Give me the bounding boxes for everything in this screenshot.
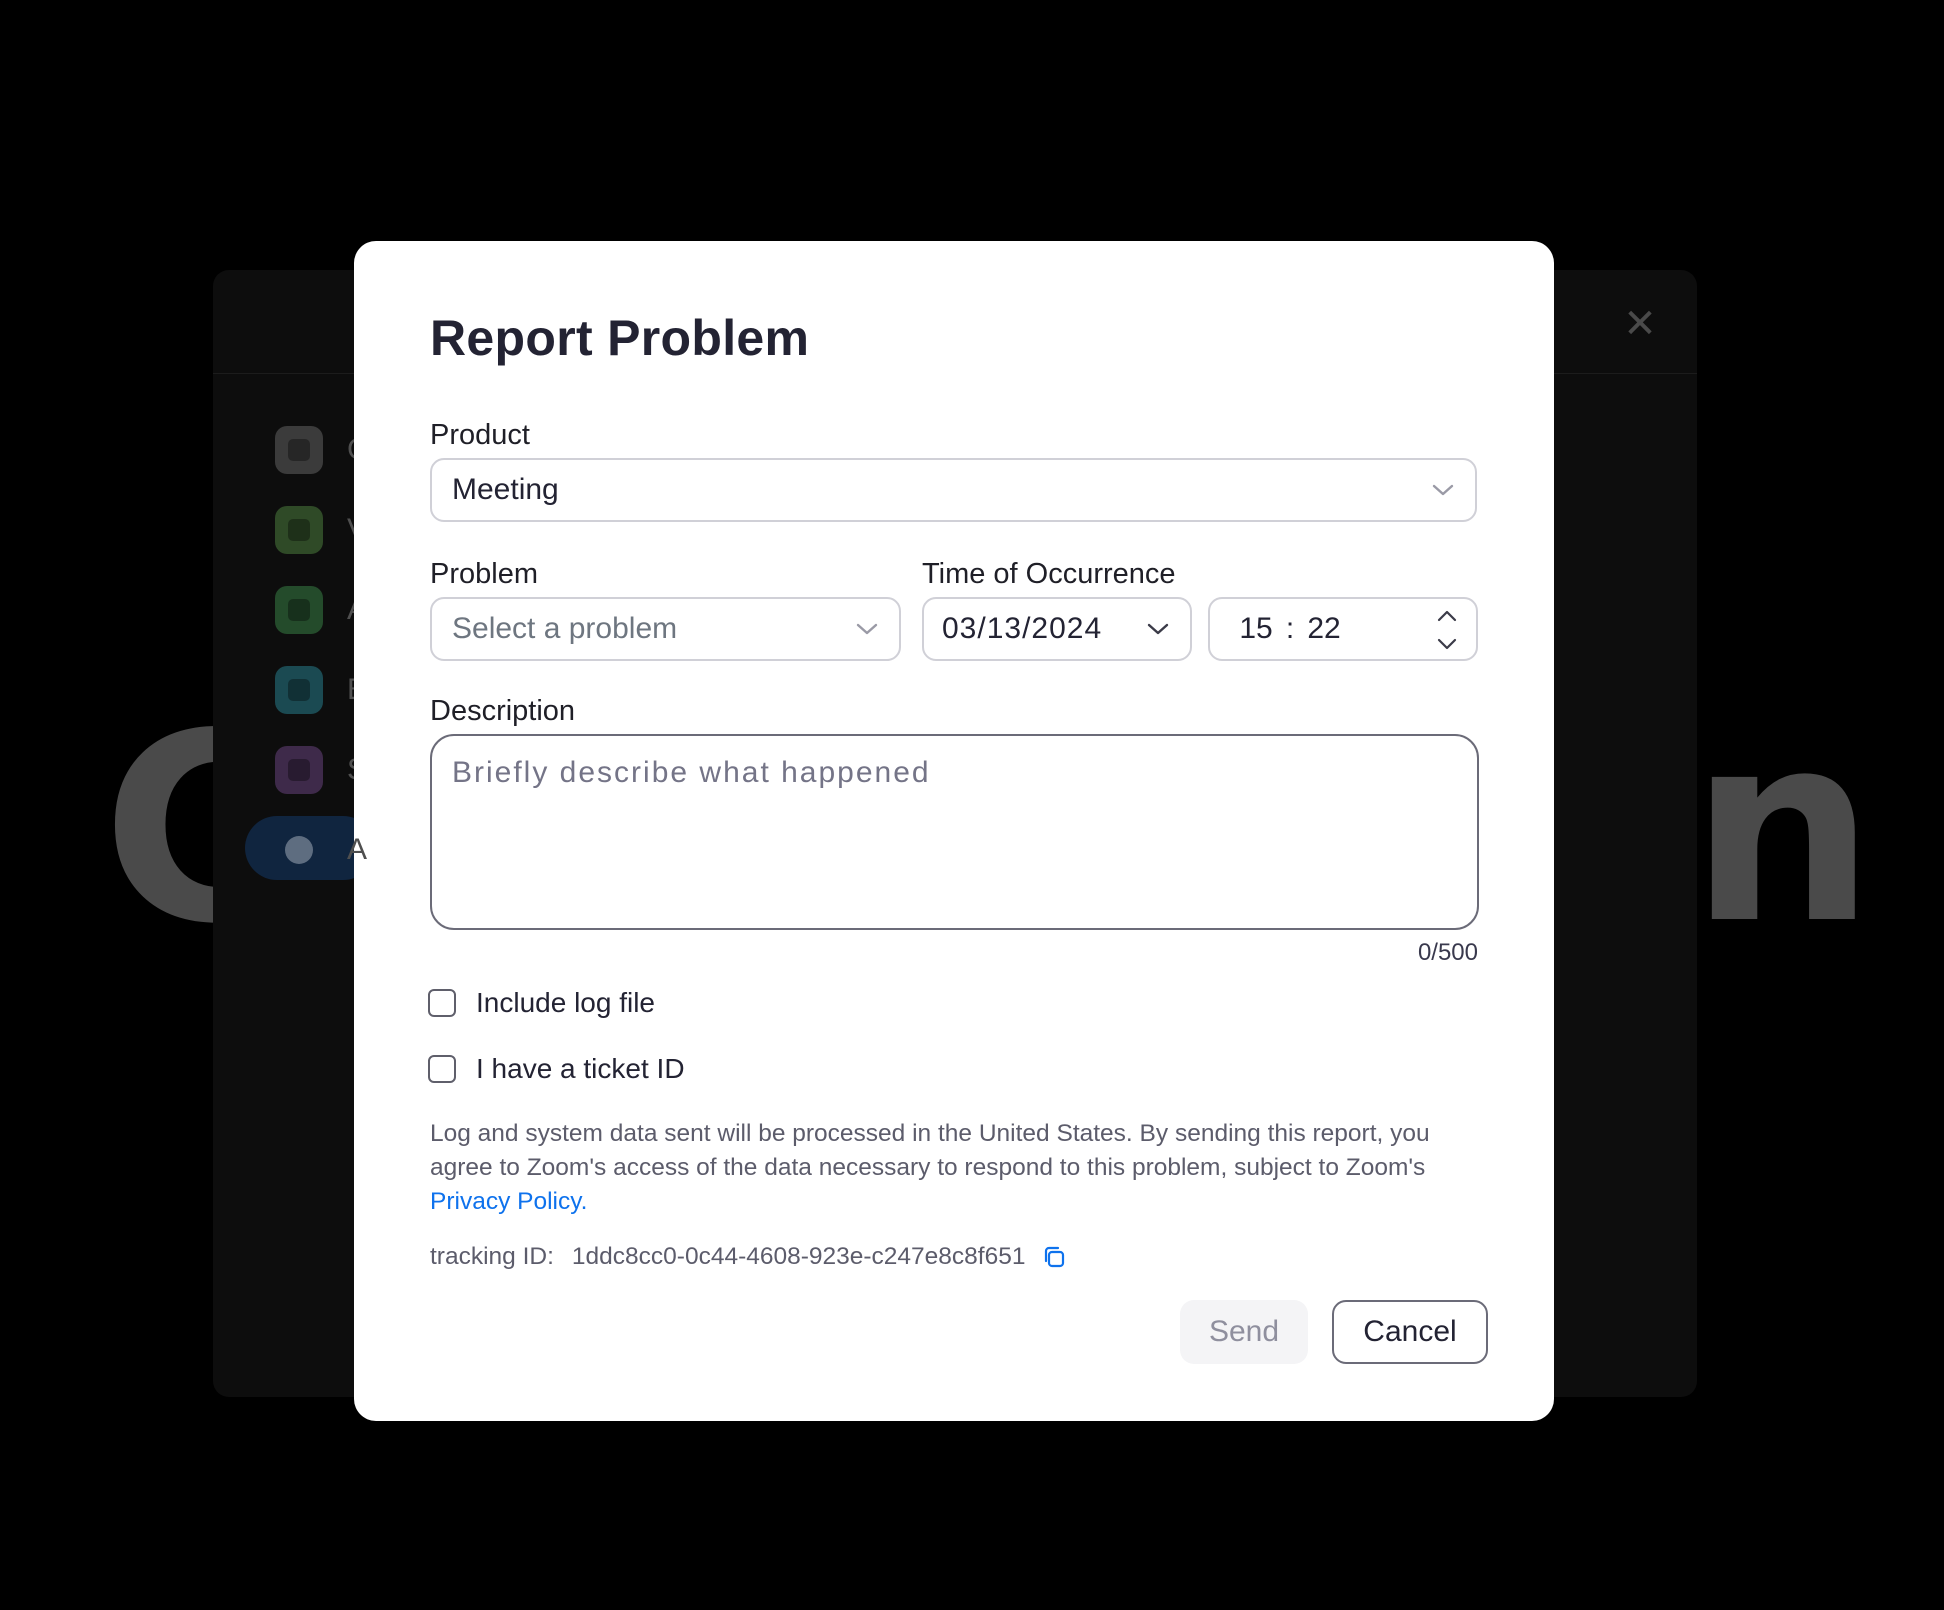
sidebar-item-label: A [347, 833, 368, 866]
product-select-value: Meeting [452, 473, 559, 506]
report-problem-dialog: Report Problem Product Meeting Problem S… [354, 241, 1554, 1421]
headphones-icon [275, 586, 323, 634]
time-minute[interactable]: 22 [1304, 612, 1344, 646]
chevron-down-icon [1431, 478, 1455, 502]
video-icon [275, 506, 323, 554]
ticket-id-checkbox[interactable] [428, 1055, 456, 1083]
background-heading-right: n [1690, 679, 1876, 981]
description-textarea[interactable] [430, 734, 1479, 930]
product-select[interactable]: Meeting [430, 458, 1477, 522]
chevron-down-icon [1146, 617, 1170, 641]
problem-label: Problem [430, 558, 538, 590]
ticket-id-row[interactable]: I have a ticket ID [428, 1053, 685, 1085]
chevron-up-icon[interactable] [1435, 607, 1459, 625]
time-separator: : [1285, 612, 1295, 645]
include-log-label[interactable]: Include log file [476, 987, 655, 1019]
dialog-title: Report Problem [430, 310, 810, 366]
chevron-down-icon[interactable] [1435, 635, 1459, 653]
info-icon [275, 826, 323, 874]
background-icon [275, 666, 323, 714]
tracking-id-label: tracking ID: [430, 1243, 554, 1270]
problem-select[interactable]: Select a problem [430, 597, 901, 661]
tracking-id-value: 1ddc8cc0-0c44-4608-923e-c247e8c8f651 [571, 1243, 1026, 1270]
send-button[interactable]: Send [1180, 1300, 1308, 1364]
tracking-id: tracking ID: 1ddc8cc0-0c44-4608-923e-c24… [430, 1243, 1068, 1271]
privacy-notice-text: Log and system data sent will be process… [430, 1120, 1430, 1181]
statistics-icon [275, 746, 323, 794]
privacy-policy-link[interactable]: Privacy Policy. [430, 1188, 587, 1215]
description-label: Description [430, 695, 576, 727]
gear-icon [275, 426, 323, 474]
cancel-button[interactable]: Cancel [1332, 1300, 1488, 1364]
chevron-down-icon [855, 617, 879, 641]
copy-icon[interactable] [1040, 1243, 1068, 1271]
privacy-notice: Log and system data sent will be process… [430, 1117, 1490, 1219]
time-picker[interactable]: 15 : 22 [1208, 597, 1478, 661]
date-picker[interactable]: 03/13/2024 [922, 597, 1192, 661]
include-log-checkbox[interactable] [428, 989, 456, 1017]
product-label: Product [430, 419, 530, 451]
date-value: 03/13/2024 [942, 612, 1103, 645]
close-icon: ✕ [1623, 301, 1657, 347]
description-char-counter: 0/500 [1417, 939, 1478, 966]
ticket-id-label[interactable]: I have a ticket ID [476, 1053, 685, 1085]
time-of-occurrence-label: Time of Occurrence [922, 558, 1176, 590]
time-hour[interactable]: 15 [1236, 612, 1276, 646]
problem-select-placeholder: Select a problem [452, 612, 678, 645]
include-log-row[interactable]: Include log file [428, 987, 655, 1019]
time-stepper[interactable] [1434, 607, 1460, 653]
